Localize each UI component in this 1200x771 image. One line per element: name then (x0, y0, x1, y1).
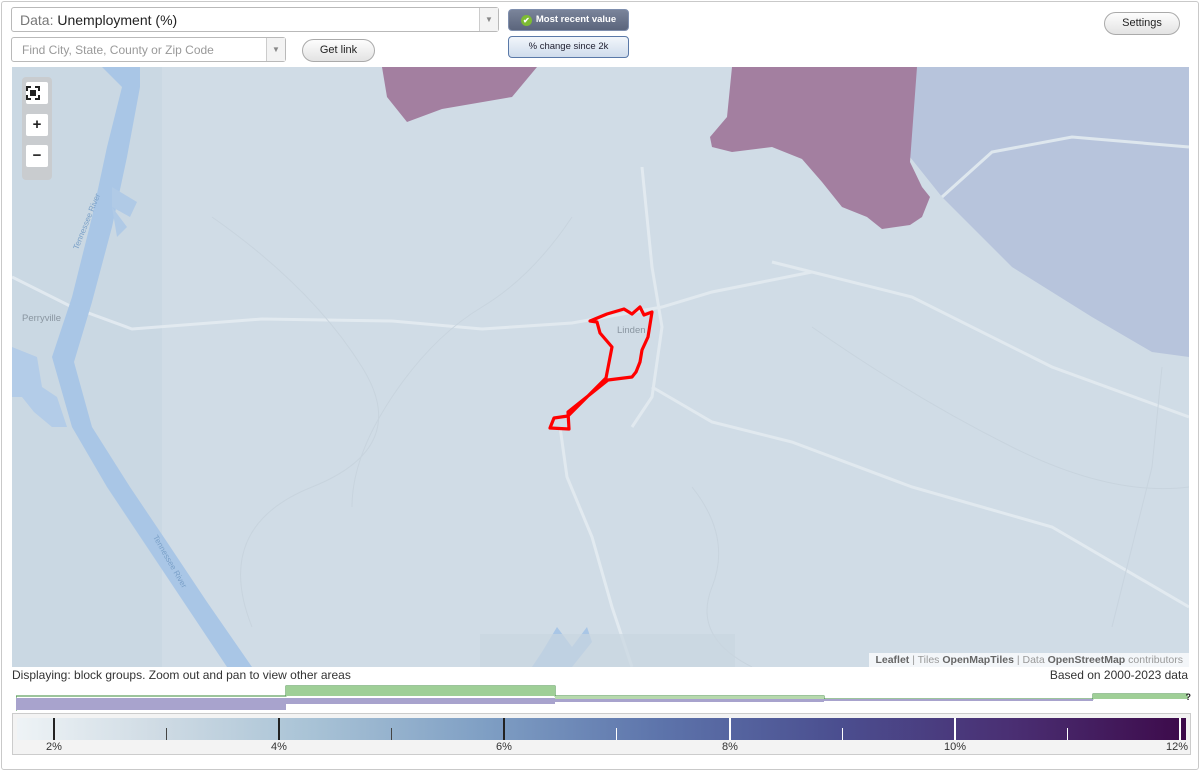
attribution-osm-link[interactable]: OpenStreetMap (1048, 654, 1126, 666)
place-label-perryville: Perryville (22, 313, 62, 324)
histogram-bar-blue (555, 699, 824, 702)
displaying-status: Displaying: block groups. Zoom out and p… (12, 668, 351, 682)
attribution-suffix: contributors (1125, 654, 1183, 666)
histogram-bar-green (555, 696, 824, 699)
legend-tick-major (503, 718, 505, 740)
legend-tick-major (278, 718, 280, 740)
data-value: Unemployment (%) (57, 12, 178, 28)
legend-tick-major (53, 718, 55, 740)
attribution-tiles-prefix: | Tiles (909, 654, 943, 666)
chevron-down-icon[interactable]: ▼ (479, 8, 498, 31)
fullscreen-icon[interactable] (26, 82, 48, 104)
legend-tick-minor (166, 728, 167, 740)
legend-label: 6% (496, 741, 512, 753)
check-icon: ✔ (520, 15, 532, 26)
histogram-bar-blue (16, 698, 286, 710)
histogram-bar-blue (824, 699, 1093, 701)
place-label-linden: Linden (617, 325, 646, 336)
data-dropdown[interactable]: Data: Unemployment (%) ▼ (11, 7, 499, 32)
data-prefix: Data: (20, 12, 58, 28)
legend-label: 12% (1165, 741, 1189, 753)
location-search[interactable]: ▼ (11, 37, 286, 62)
legend-tick-minor (842, 728, 843, 740)
histogram-bar-green (1093, 694, 1188, 699)
zoom-in-button[interactable]: + (26, 114, 48, 136)
histogram-bar-blue (286, 698, 555, 704)
most-recent-toggle[interactable]: ✔ Most recent value (508, 9, 629, 31)
chevron-down-icon[interactable]: ▼ (266, 38, 285, 61)
map-attribution: Leaflet | Tiles OpenMapTiles | Data Open… (869, 653, 1189, 667)
legend-gradient (17, 718, 1186, 740)
legend-tick-minor (616, 728, 617, 740)
attribution-tiles-link[interactable]: OpenMapTiles (942, 654, 1014, 666)
histogram-bar-green (286, 686, 555, 696)
get-link-button[interactable]: Get link (302, 39, 375, 62)
map-region-northeast (710, 67, 930, 229)
legend-label: 2% (46, 741, 62, 753)
color-legend: 2% 4% 6% 8% 10% 12% (12, 713, 1191, 755)
attribution-data-prefix: | Data (1013, 654, 1048, 666)
most-recent-label: Most recent value (535, 14, 617, 25)
change-since-2k-toggle[interactable]: % change since 2k (508, 36, 629, 58)
data-range-note: Based on 2000-2023 data (1049, 668, 1188, 682)
legend-tick-major (1179, 718, 1181, 740)
legend-label: 10% (943, 741, 967, 753)
settings-button[interactable]: Settings (1104, 12, 1180, 35)
map-canvas (12, 67, 1189, 667)
legend-label: 4% (271, 741, 287, 753)
map-view[interactable]: Perryville Linden Tennessee River Tennes… (12, 67, 1189, 667)
help-icon[interactable]: ? (1186, 692, 1192, 702)
legend-tick-major (954, 718, 956, 740)
legend-tick-major (729, 718, 731, 740)
legend-tick-minor (1067, 728, 1068, 740)
map-region-east (910, 67, 1189, 357)
legend-tick-minor (391, 728, 392, 740)
distribution-histogram (16, 685, 1188, 711)
map-tile-patch (480, 634, 735, 667)
attribution-leaflet-link[interactable]: Leaflet (875, 654, 909, 666)
zoom-out-button[interactable]: − (26, 145, 48, 167)
legend-label: 8% (722, 741, 738, 753)
zoom-control: + − (22, 77, 52, 180)
data-dropdown-label: Data: Unemployment (%) (20, 12, 177, 28)
search-input[interactable] (20, 42, 264, 58)
